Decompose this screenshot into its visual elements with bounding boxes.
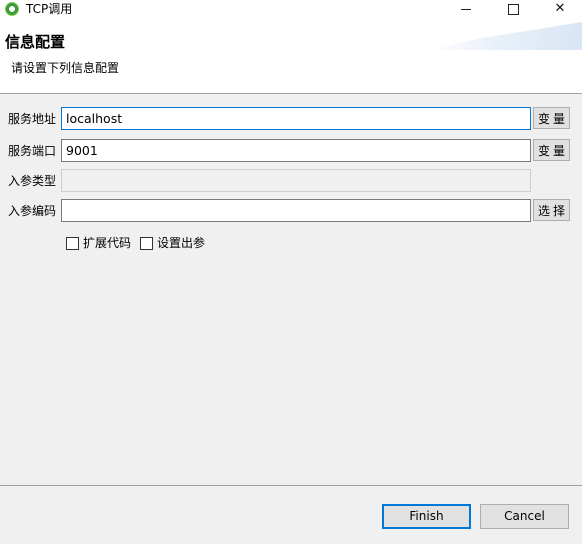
- window-title: TCP调用: [26, 2, 73, 16]
- minimize-icon[interactable]: [450, 0, 484, 18]
- page-title: 信息配置: [5, 33, 66, 51]
- close-icon[interactable]: ✕: [543, 0, 577, 18]
- footer-divider: [0, 485, 582, 486]
- extend-code-checkbox[interactable]: [66, 236, 79, 250]
- input-type-label: 入参类型: [8, 174, 57, 188]
- page-description: 请设置下列信息配置: [11, 61, 120, 75]
- header-divider: [0, 93, 582, 94]
- finish-button[interactable]: Finish: [382, 504, 471, 529]
- maximize-icon[interactable]: [496, 0, 530, 18]
- service-address-variable-button[interactable]: 变量: [533, 107, 570, 129]
- input-encoding-input[interactable]: [61, 199, 531, 222]
- title-bar[interactable]: TCP调用 ✕: [0, 0, 582, 18]
- app-icon: [5, 2, 19, 16]
- set-output-param-checkbox[interactable]: [140, 236, 153, 250]
- wizard-header: 信息配置 请设置下列信息配置: [0, 18, 582, 93]
- set-output-param-label: 设置出参: [157, 236, 206, 250]
- service-port-variable-button[interactable]: 变量: [533, 139, 570, 161]
- input-encoding-label: 入参编码: [8, 204, 57, 218]
- set-output-param-option[interactable]: 设置出参: [140, 236, 205, 250]
- service-address-label: 服务地址: [8, 112, 57, 126]
- cancel-button[interactable]: Cancel: [480, 504, 569, 529]
- service-port-label: 服务端口: [8, 144, 57, 158]
- service-port-input[interactable]: 9001: [61, 139, 531, 162]
- input-type-field: [61, 169, 531, 192]
- extend-code-label: 扩展代码: [83, 236, 132, 250]
- dialog-window: TCP调用 ✕ 信息配置 请设置下列信息配置 服务地址 localhost 变量…: [0, 0, 582, 546]
- header-decoration: [432, 22, 582, 50]
- service-address-input[interactable]: localhost: [61, 107, 531, 130]
- extend-code-option[interactable]: 扩展代码: [66, 236, 131, 250]
- input-encoding-select-button[interactable]: 选择: [533, 199, 570, 221]
